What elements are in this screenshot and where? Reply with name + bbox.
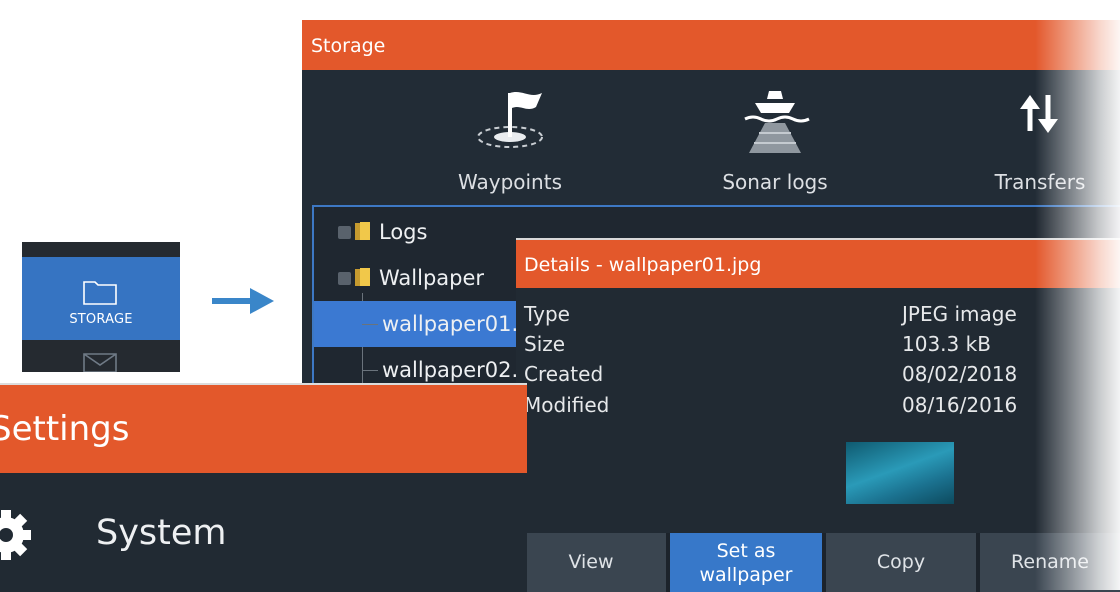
tile-transfers-label: Transfers: [994, 170, 1086, 194]
expand-icon[interactable]: [338, 226, 351, 239]
storage-menu-label: STORAGE: [69, 312, 133, 327]
tree-item-label: Logs: [379, 220, 428, 244]
tree-connector: [362, 324, 378, 325]
tile-transfers[interactable]: Transfers: [940, 70, 1120, 203]
mail-icon: [83, 353, 117, 372]
tile-sonar-logs[interactable]: Sonar logs: [675, 70, 875, 203]
tile-waypoints-label: Waypoints: [457, 170, 562, 194]
field-type-value: JPEG image: [902, 302, 1017, 326]
tile-waypoints[interactable]: Waypoints: [410, 70, 610, 203]
set-as-wallpaper-button[interactable]: Set as wallpaper: [670, 533, 822, 592]
view-button[interactable]: View: [516, 533, 666, 592]
transfers-arrows-icon: [1020, 95, 1058, 133]
storage-tiles: Waypoints Sonar logs Transfers: [302, 70, 1120, 203]
tile-sonar-logs-label: Sonar logs: [722, 170, 828, 194]
field-created-label: Created: [524, 362, 604, 386]
view-button-label: View: [568, 551, 614, 573]
tree-connector: [362, 370, 378, 371]
storage-menu-thumbnail: STORAGE: [22, 242, 180, 372]
storage-titlebar: Storage: [302, 20, 1120, 70]
field-modified-label: Modified: [524, 393, 610, 417]
field-created-value: 08/02/2018: [902, 362, 1018, 386]
storage-title: Storage: [311, 35, 386, 57]
folder-icon: [83, 281, 117, 305]
details-titlebar: Details - wallpaper01.jpg: [516, 240, 1120, 288]
field-modified-value: 08/16/2016: [902, 393, 1018, 417]
field-size-label: Size: [524, 332, 566, 356]
settings-titlebar: Settings: [0, 385, 527, 473]
collapse-icon[interactable]: [338, 272, 351, 285]
right-arrow-icon: [212, 288, 274, 314]
details-dialog: Details - wallpaper01.jpg Type JPEG imag…: [516, 238, 1120, 592]
details-title: Details - wallpaper01.jpg: [524, 254, 762, 276]
folder-icon: [355, 222, 370, 240]
wallpaper-preview-image: [846, 442, 954, 504]
sonar-logs-icon: [744, 91, 810, 153]
copy-button[interactable]: Copy: [826, 533, 976, 592]
settings-title: Settings: [0, 409, 130, 449]
field-size-value: 103.3 kB: [902, 332, 991, 356]
folder-icon: [355, 268, 370, 286]
rename-button-label: Rename: [1011, 551, 1089, 573]
copy-button-label: Copy: [876, 551, 926, 573]
settings-panel: Settings System: [0, 383, 527, 592]
settings-item-system[interactable]: System: [96, 513, 227, 553]
details-button-bar: View Set as wallpaper Copy Rename: [516, 533, 1120, 592]
gear-icon: [0, 510, 31, 560]
set-as-wallpaper-label-line1: Set as: [716, 540, 776, 562]
set-as-wallpaper-label-line2: wallpaper: [699, 564, 793, 586]
waypoints-flag-icon: [477, 92, 543, 148]
tree-item-label: Wallpaper: [379, 266, 485, 290]
rename-button[interactable]: Rename: [980, 533, 1120, 592]
field-type-label: Type: [524, 302, 570, 326]
